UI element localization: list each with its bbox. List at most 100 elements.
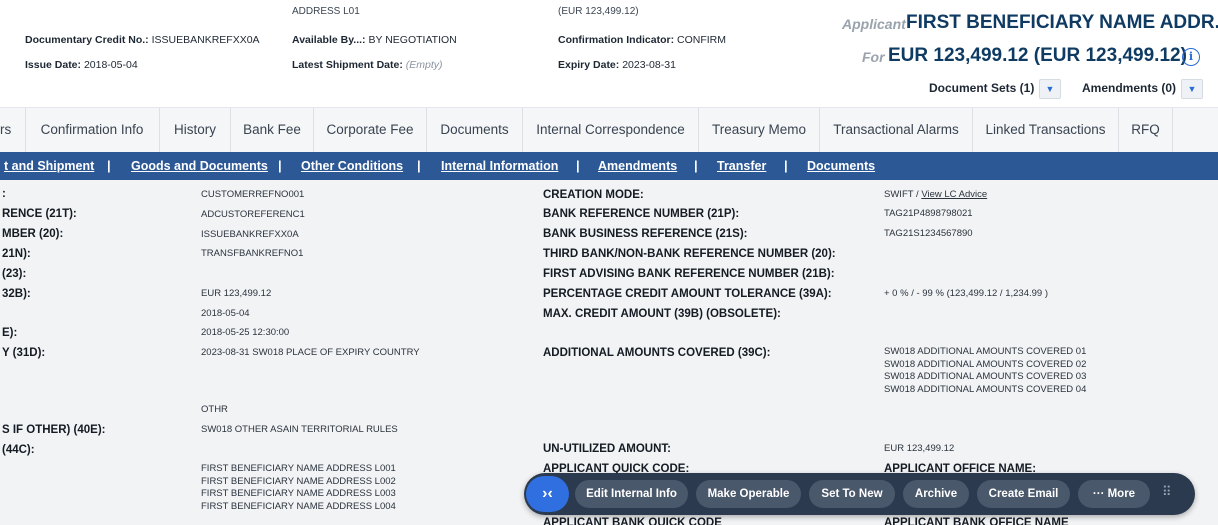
section-nav: t and Shipment | Goods and Documents | O… bbox=[0, 152, 1218, 180]
tab-rfq[interactable]: RFQ bbox=[1119, 108, 1173, 152]
section-link-amendments[interactable]: Amendments bbox=[598, 152, 677, 180]
tab-corporate-fee[interactable]: Corporate Fee bbox=[314, 108, 427, 152]
tolerance-value: + 0 % / - 99 % (123,499.12 / 1,234.99 ) bbox=[884, 288, 1048, 299]
tolerance-label: PERCENTAGE CREDIT AMOUNT TOLERANCE (39A)… bbox=[543, 288, 832, 300]
document-sets-label: Document Sets (1) bbox=[929, 81, 1035, 95]
address-line: FIRST BENEFICIARY NAME ADDRESS L003 bbox=[201, 488, 396, 499]
more-button[interactable]: ··· More bbox=[1078, 480, 1150, 508]
additional-amount-line: SW018 ADDITIONAL AMOUNTS COVERED 01 bbox=[884, 346, 1087, 357]
applicant-bank-office-name-label: APPLICANT BANK OFFICE NAME bbox=[884, 517, 1069, 525]
edit-internal-info-button[interactable]: Edit Internal Info bbox=[575, 480, 688, 508]
confirmation-value: CONFIRM bbox=[677, 34, 727, 46]
tab-internal-correspondence[interactable]: Internal Correspondence bbox=[523, 108, 699, 152]
tab-linked-transactions[interactable]: Linked Transactions bbox=[973, 108, 1119, 152]
available-by-label: Available By...: bbox=[292, 34, 366, 46]
tab-confirmation-info[interactable]: Confirmation Info bbox=[25, 108, 160, 152]
tab-treasury-memo[interactable]: Treasury Memo bbox=[699, 108, 820, 152]
third-bank-reference-label: THIRD BANK/NON-BANK REFERENCE NUMBER (20… bbox=[543, 248, 836, 260]
field-value: SW018 OTHER ASAIN TERRITORIAL RULES bbox=[201, 424, 398, 435]
field-value: 2018-05-25 12:30:00 bbox=[201, 327, 290, 338]
field-value: 2023-08-31 SW018 PLACE OF EXPIRY COUNTRY bbox=[201, 347, 420, 358]
available-by-value: BY NEGOTIATION bbox=[368, 34, 457, 46]
issue-date-value: 2018-05-04 bbox=[83, 59, 138, 71]
field-value: TRANSFBANKREFNO1 bbox=[201, 248, 304, 259]
creation-mode-text: SWIFT bbox=[884, 189, 914, 200]
field-label: 32B): bbox=[2, 288, 31, 300]
credit-amount: EUR 123,499.12 (EUR 123,499.12) bbox=[888, 45, 1187, 66]
doc-credit-value: ISSUEBANKREFXX0A bbox=[151, 34, 260, 46]
applicant-bank-quick-code-label: APPLICANT BANK QUICK CODE bbox=[543, 517, 722, 525]
field-value: 2018-05-04 bbox=[201, 308, 250, 319]
confirmation-field: Confirmation Indicator: CONFIRM bbox=[558, 34, 726, 46]
tab-bar: rs Confirmation Info History Bank Fee Co… bbox=[0, 107, 1218, 153]
beneficiary-address: FIRST BENEFICIARY NAME ADDRESS L001 FIRS… bbox=[201, 463, 396, 513]
tab-history[interactable]: History bbox=[160, 108, 231, 152]
archive-button[interactable]: Archive bbox=[903, 480, 969, 508]
section-link-goods-documents[interactable]: Goods and Documents bbox=[131, 152, 268, 180]
section-link-transfer[interactable]: Transfer bbox=[717, 152, 766, 180]
doc-credit-label: Documentary Credit No.: bbox=[25, 34, 149, 46]
section-separator: | bbox=[784, 158, 788, 173]
field-label: RENCE (21T): bbox=[2, 208, 77, 220]
applicant-name: FIRST BENEFICIARY NAME ADDR... bbox=[906, 12, 1218, 33]
field-label: (23): bbox=[2, 268, 27, 280]
tab-documents[interactable]: Documents bbox=[427, 108, 523, 152]
tab-transactional-alarms[interactable]: Transactional Alarms bbox=[820, 108, 973, 152]
amendments-label: Amendments (0) bbox=[1082, 81, 1177, 95]
latest-shipment-value: (Empty) bbox=[405, 59, 443, 71]
field-label: (44C): bbox=[2, 444, 35, 456]
field-value: ISSUEBANKREFXX0A bbox=[201, 229, 299, 240]
applicant-label: Applicant bbox=[842, 16, 906, 32]
expiry-date-value: 2023-08-31 bbox=[622, 59, 676, 71]
collapse-toggle-icon[interactable]: ›‹ bbox=[526, 476, 569, 512]
document-sets-dropdown-icon[interactable]: ▼ bbox=[1039, 79, 1061, 99]
section-link-other-conditions[interactable]: Other Conditions bbox=[301, 152, 403, 180]
section-link-shipment[interactable]: t and Shipment bbox=[4, 152, 94, 180]
field-label: E): bbox=[2, 327, 18, 339]
latest-shipment-field: Latest Shipment Date: (Empty) bbox=[292, 59, 443, 71]
amendments-dropdown-icon[interactable]: ▼ bbox=[1181, 79, 1203, 99]
drag-handle-icon[interactable]: ⠿ bbox=[1162, 484, 1176, 504]
make-operable-button[interactable]: Make Operable bbox=[696, 480, 801, 508]
bank-business-reference-label: BANK BUSINESS REFERENCE (21S): bbox=[543, 228, 748, 240]
additional-amount-line: SW018 ADDITIONAL AMOUNTS COVERED 04 bbox=[884, 383, 1087, 395]
field-label: : bbox=[2, 188, 6, 200]
field-value: ADCUSTOREFERENC1 bbox=[201, 209, 305, 220]
field-label: 21N): bbox=[2, 248, 31, 260]
additional-amounts-label: ADDITIONAL AMOUNTS COVERED (39C): bbox=[543, 347, 771, 359]
doc-credit-field: Documentary Credit No.: ISSUEBANKREFXX0A bbox=[25, 34, 260, 46]
unutilized-amount-label: UN-UTILIZED AMOUNT: bbox=[543, 443, 671, 455]
additional-amounts-value: SW018 ADDITIONAL AMOUNTS COVERED 01 SW01… bbox=[884, 346, 1086, 396]
transaction-header: ADDRESS L01 (EUR 123,499.12) Documentary… bbox=[0, 0, 1218, 107]
field-value: OTHR bbox=[201, 404, 228, 415]
expiry-date-field: Expiry Date: 2023-08-31 bbox=[558, 59, 676, 71]
creation-mode-label: CREATION MODE: bbox=[543, 189, 644, 201]
section-link-internal-information[interactable]: Internal Information bbox=[441, 152, 558, 180]
for-label: For bbox=[862, 49, 885, 65]
additional-amount-line: SW018 ADDITIONAL AMOUNTS COVERED 03 bbox=[884, 371, 1087, 382]
latest-shipment-label: Latest Shipment Date: bbox=[292, 59, 403, 71]
available-by-field: Available By...: BY NEGOTIATION bbox=[292, 34, 457, 46]
view-lc-advice-link[interactable]: View LC Advice bbox=[921, 189, 987, 200]
bank-reference-value: TAG21P4898798021 bbox=[884, 208, 973, 219]
header-cut-amount: (EUR 123,499.12) bbox=[558, 6, 639, 17]
tab-partial[interactable]: rs bbox=[0, 108, 26, 152]
set-to-new-button[interactable]: Set To New bbox=[809, 480, 895, 508]
field-label: Y (31D): bbox=[2, 347, 46, 359]
section-link-documents[interactable]: Documents bbox=[807, 152, 875, 180]
info-icon[interactable]: i bbox=[1182, 48, 1200, 66]
issue-date-label: Issue Date: bbox=[25, 59, 82, 71]
issue-date-field: Issue Date: 2018-05-04 bbox=[25, 59, 138, 71]
section-separator: | bbox=[417, 158, 421, 173]
section-separator: | bbox=[107, 158, 111, 173]
field-label: S IF OTHER) (40E): bbox=[2, 424, 106, 436]
bank-reference-label: BANK REFERENCE NUMBER (21P): bbox=[543, 208, 740, 220]
unutilized-amount-value: EUR 123,499.12 bbox=[884, 443, 955, 454]
max-credit-amount-label: MAX. CREDIT AMOUNT (39B) (OBSOLETE): bbox=[543, 308, 781, 320]
tab-bank-fee[interactable]: Bank Fee bbox=[231, 108, 314, 152]
create-email-button[interactable]: Create Email bbox=[977, 480, 1070, 508]
bank-business-reference-value: TAG21S1234567890 bbox=[884, 228, 973, 239]
address-line: FIRST BENEFICIARY NAME ADDRESS L002 bbox=[201, 475, 396, 487]
expiry-date-label: Expiry Date: bbox=[558, 59, 620, 71]
header-cut-address: ADDRESS L01 bbox=[292, 6, 360, 17]
